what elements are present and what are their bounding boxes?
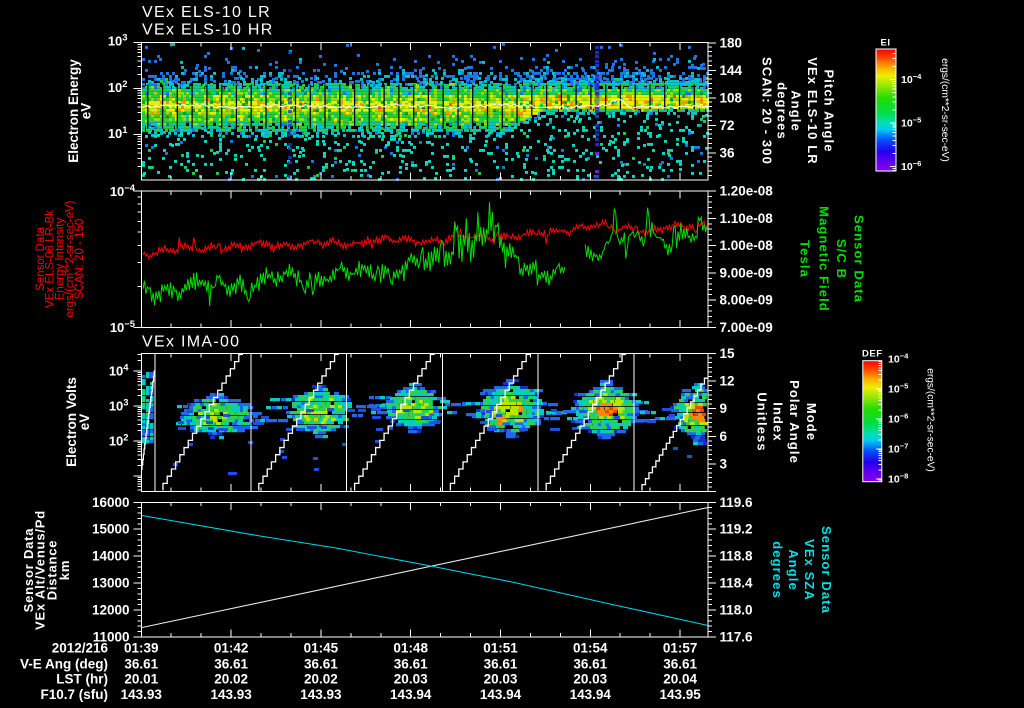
svg-text:eV: eV [77, 414, 92, 431]
svg-text:Pitch Angle: Pitch Angle [822, 69, 837, 152]
svg-text:3: 3 [720, 456, 728, 471]
svg-text:143.93: 143.93 [121, 687, 163, 702]
svg-text:Angle: Angle [789, 90, 804, 132]
svg-text:01:51: 01:51 [483, 641, 518, 656]
svg-text:01:54: 01:54 [573, 641, 608, 656]
svg-text:118.4: 118.4 [720, 576, 754, 591]
svg-text:01:42: 01:42 [214, 641, 249, 656]
svg-text:1.10e-08: 1.10e-08 [720, 211, 774, 226]
svg-text:36.61: 36.61 [663, 656, 697, 671]
svg-text:V-E Ang (deg): V-E Ang (deg) [20, 656, 108, 671]
svg-text:degrees: degrees [775, 82, 790, 140]
svg-text:1.20e-08: 1.20e-08 [720, 184, 774, 199]
svg-text:36: 36 [720, 146, 736, 161]
svg-text:9.00e-09: 9.00e-09 [720, 265, 773, 280]
svg-text:Magnetic Field: Magnetic Field [817, 206, 832, 312]
svg-text:km: km [57, 560, 72, 580]
svg-text:36.61: 36.61 [214, 656, 248, 671]
svg-text:16000: 16000 [92, 495, 130, 510]
svg-text:15: 15 [720, 346, 736, 361]
svg-text:eV: eV [79, 103, 94, 120]
svg-text:VEx ELS-10 LR: VEx ELS-10 LR [142, 4, 271, 21]
svg-text:118.0: 118.0 [720, 603, 753, 618]
svg-text:01:45: 01:45 [304, 641, 339, 656]
svg-text:119.6: 119.6 [720, 495, 754, 510]
svg-text:DEF: DEF [862, 349, 883, 360]
svg-text:143.93: 143.93 [210, 687, 252, 702]
svg-text:01:57: 01:57 [663, 641, 698, 656]
svg-text:143.94: 143.94 [480, 687, 522, 702]
svg-text:180: 180 [720, 36, 743, 51]
svg-text:36.61: 36.61 [573, 656, 607, 671]
svg-text:20.03: 20.03 [484, 672, 518, 687]
svg-text:Angle: Angle [786, 549, 801, 591]
svg-text:117.6: 117.6 [720, 630, 754, 645]
svg-text:Unitless: Unitless [755, 392, 770, 451]
svg-text:20.02: 20.02 [304, 672, 338, 687]
svg-text:VEx ELS-10 HR: VEx ELS-10 HR [142, 22, 274, 39]
svg-text:143.94: 143.94 [390, 687, 432, 702]
svg-text:20.03: 20.03 [573, 672, 607, 687]
svg-text:143.93: 143.93 [300, 687, 342, 702]
svg-text:VEx IMA-00: VEx IMA-00 [142, 334, 240, 351]
svg-text:108: 108 [720, 91, 743, 106]
svg-text:EI: EI [881, 38, 891, 49]
svg-text:ergs/(cm**2-sr-sec-eV): ergs/(cm**2-sr-sec-eV) [939, 58, 950, 162]
svg-text:2012/216: 2012/216 [52, 641, 109, 656]
svg-text:Tesla: Tesla [798, 240, 813, 278]
svg-text:36.61: 36.61 [394, 656, 428, 671]
svg-text:6: 6 [720, 429, 728, 444]
svg-text:36.61: 36.61 [484, 656, 518, 671]
svg-text:Sensor Data: Sensor Data [819, 526, 834, 614]
svg-text:8.00e-09: 8.00e-09 [720, 293, 773, 308]
svg-text:ergs/(cm**2-sr-sec-eV): ergs/(cm**2-sr-sec-eV) [925, 368, 936, 472]
svg-text:VEx SZA: VEx SZA [802, 539, 817, 601]
svg-text:13000: 13000 [92, 576, 130, 591]
svg-text:01:39: 01:39 [124, 641, 159, 656]
svg-text:36.61: 36.61 [304, 656, 338, 671]
svg-text:SCAN: 20 - 300: SCAN: 20 - 300 [760, 57, 775, 165]
svg-text:12: 12 [720, 374, 735, 389]
svg-text:9: 9 [720, 401, 728, 416]
svg-text:7.00e-09: 7.00e-09 [720, 320, 773, 335]
svg-text:F10.7 (sfu): F10.7 (sfu) [40, 687, 108, 702]
svg-text:72: 72 [720, 118, 735, 133]
svg-text:15000: 15000 [92, 522, 130, 537]
svg-text:144: 144 [720, 63, 743, 78]
svg-text:VEx ELS-10 LR: VEx ELS-10 LR [805, 57, 820, 165]
svg-text:20.04: 20.04 [663, 672, 697, 687]
svg-text:118.8: 118.8 [720, 549, 754, 564]
svg-text:20.03: 20.03 [394, 672, 428, 687]
svg-text:degrees: degrees [770, 541, 785, 599]
svg-text:Index: Index [771, 402, 786, 441]
svg-text:SCAN: 20 - 150: SCAN: 20 - 150 [74, 219, 86, 300]
svg-text:143.95: 143.95 [659, 687, 701, 702]
svg-text:14000: 14000 [92, 549, 130, 564]
svg-text:Sensor Data: Sensor Data [852, 215, 867, 303]
svg-text:Polar Angle: Polar Angle [787, 380, 802, 464]
svg-text:20.01: 20.01 [124, 672, 158, 687]
svg-text:1.00e-08: 1.00e-08 [720, 238, 774, 253]
svg-text:20.02: 20.02 [214, 672, 248, 687]
svg-text:12000: 12000 [92, 603, 130, 618]
svg-text:LST (hr): LST (hr) [56, 672, 108, 687]
svg-text:143.94: 143.94 [570, 687, 612, 702]
svg-text:Mode: Mode [804, 403, 819, 441]
svg-text:119.2: 119.2 [720, 522, 753, 537]
svg-text:36.61: 36.61 [124, 656, 158, 671]
svg-text:01:48: 01:48 [393, 641, 428, 656]
svg-text:S/C B: S/C B [834, 239, 849, 279]
